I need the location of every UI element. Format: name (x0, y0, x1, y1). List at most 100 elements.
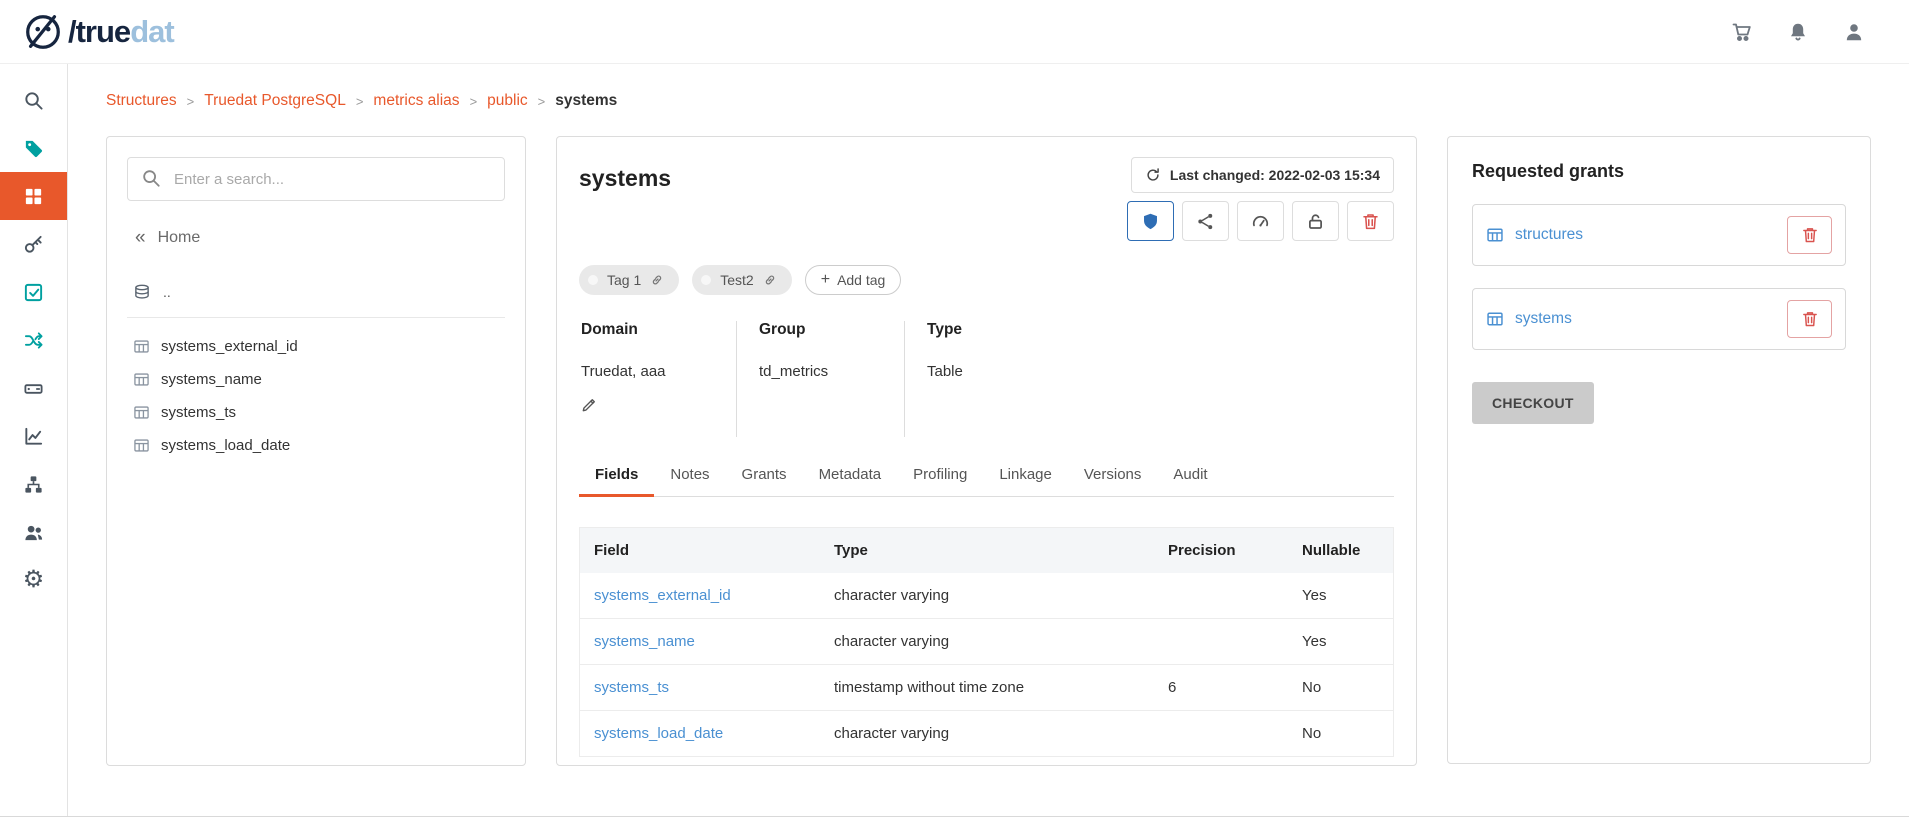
tag-label: Tag 1 (607, 272, 641, 288)
sidebar-item-search[interactable] (0, 76, 67, 124)
shuffle-icon (23, 330, 44, 351)
column-header-field: Field (580, 528, 820, 573)
breadcrumb-structures[interactable]: Structures (106, 92, 177, 110)
list-item[interactable]: systems_load_date (127, 429, 505, 462)
home-label: Home (158, 229, 201, 247)
fields-nav-list: systems_external_id systems_name (127, 330, 505, 462)
meta-label: Domain (581, 321, 714, 339)
drive-icon (23, 378, 44, 399)
tag-label: Test2 (720, 272, 753, 288)
key-icon (23, 234, 44, 255)
field-precision (1154, 573, 1288, 619)
settings-gear-icon: ⚙ (23, 568, 45, 592)
grant-label: systems (1515, 310, 1572, 328)
profile-execution-button[interactable] (1237, 201, 1284, 241)
checkout-button[interactable]: CHECKOUT (1472, 382, 1594, 424)
sidebar-item-tags[interactable] (0, 124, 67, 172)
delete-structure-button[interactable] (1347, 201, 1394, 241)
sidebar-item-users[interactable] (0, 508, 67, 556)
remove-grant-button[interactable] (1787, 216, 1832, 254)
tab-grants[interactable]: Grants (726, 455, 803, 497)
shield-icon (1141, 212, 1160, 231)
tab-audit[interactable]: Audit (1157, 455, 1223, 497)
fields-table: Field Type Precision Nullable systems_ex… (580, 528, 1393, 756)
parent-directory-item[interactable]: .. (127, 283, 505, 318)
unlock-button[interactable] (1292, 201, 1339, 241)
tag-icon (23, 138, 44, 159)
field-link[interactable]: systems_load_date (594, 725, 723, 742)
detail-tabs: Fields Notes Grants Metadata Profiling L… (579, 455, 1394, 497)
list-item[interactable]: systems_ts (127, 396, 505, 429)
meta-label: Group (759, 321, 882, 339)
users-icon (23, 522, 44, 543)
protect-button[interactable] (1127, 201, 1174, 241)
field-nullable: No (1288, 665, 1393, 711)
field-link[interactable]: systems_name (594, 633, 695, 650)
field-link[interactable]: systems_ts (594, 679, 669, 696)
sidebar-item-settings[interactable]: ⚙ (0, 556, 67, 604)
cart-icon[interactable] (1731, 21, 1753, 43)
search-input[interactable] (127, 157, 505, 201)
tag-chip[interactable]: Tag 1 (579, 265, 679, 295)
list-item[interactable]: systems_external_id (127, 330, 505, 363)
search-box (127, 157, 505, 201)
sidebar-item-dashboards[interactable] (0, 412, 67, 460)
home-link[interactable]: « Home (135, 227, 505, 249)
grant-link[interactable]: structures (1486, 226, 1583, 244)
field-link[interactable]: systems_external_id (594, 587, 731, 604)
pencil-icon (581, 396, 598, 413)
field-nullable: Yes (1288, 573, 1393, 619)
breadcrumb-database[interactable]: metrics alias (373, 92, 459, 110)
sidebar-item-taxonomy[interactable] (0, 460, 67, 508)
grants-title: Requested grants (1472, 161, 1846, 182)
tab-linkage[interactable]: Linkage (983, 455, 1068, 497)
remove-grant-button[interactable] (1787, 300, 1832, 338)
owl-logo-icon (22, 11, 64, 53)
add-tag-button[interactable]: + Add tag (805, 265, 902, 295)
tab-profiling[interactable]: Profiling (897, 455, 983, 497)
meta-value: Truedat, aaa (581, 363, 714, 380)
logo-text: /truedat (68, 14, 174, 50)
sidebar-item-permissions[interactable] (0, 220, 67, 268)
search-icon (23, 90, 44, 111)
refresh-icon (1145, 167, 1161, 183)
tab-fields[interactable]: Fields (579, 455, 654, 497)
column-header-precision: Precision (1154, 528, 1288, 573)
structure-detail-panel: systems Last changed: 2022-02-03 15:34 (556, 136, 1417, 766)
field-precision (1154, 711, 1288, 757)
add-tag-label: Add tag (837, 272, 885, 288)
hierarchy-icon (23, 474, 44, 495)
table-row: systems_name character varying Yes (580, 619, 1393, 665)
bell-icon[interactable] (1787, 21, 1809, 43)
tab-notes[interactable]: Notes (654, 455, 725, 497)
trash-icon (1801, 226, 1819, 244)
sidebar-item-lineage[interactable] (0, 316, 67, 364)
user-icon[interactable] (1843, 21, 1865, 43)
grant-link[interactable]: systems (1486, 310, 1572, 328)
tab-metadata[interactable]: Metadata (803, 455, 898, 497)
list-item-label: systems_load_date (161, 437, 290, 454)
sidebar-item-sources[interactable] (0, 364, 67, 412)
fields-table-wrap: Field Type Precision Nullable systems_ex… (579, 527, 1394, 757)
refresh-last-changed[interactable]: Last changed: 2022-02-03 15:34 (1131, 157, 1394, 193)
grant-card: systems (1472, 288, 1846, 350)
list-item-label: systems_external_id (161, 338, 298, 355)
breadcrumb-system[interactable]: Truedat PostgreSQL (204, 92, 346, 110)
tag-chip[interactable]: Test2 (692, 265, 791, 295)
edit-domain-button[interactable] (581, 396, 598, 413)
list-item[interactable]: systems_name (127, 363, 505, 396)
sidebar-item-quality[interactable] (0, 268, 67, 316)
truedat-logo[interactable]: /truedat (22, 11, 174, 53)
table-icon (1486, 226, 1504, 244)
share-button[interactable] (1182, 201, 1229, 241)
chevron-double-left-icon: « (135, 227, 146, 249)
search-icon (141, 168, 161, 188)
meta-group: Group td_metrics (737, 321, 905, 437)
topbar-actions (1731, 21, 1865, 43)
sidebar-item-structures[interactable] (0, 172, 67, 220)
tab-versions[interactable]: Versions (1068, 455, 1158, 497)
breadcrumb-schema[interactable]: public (487, 92, 528, 110)
link-icon (650, 273, 664, 287)
field-type: character varying (820, 711, 1154, 757)
table-header-row: Field Type Precision Nullable (580, 528, 1393, 573)
